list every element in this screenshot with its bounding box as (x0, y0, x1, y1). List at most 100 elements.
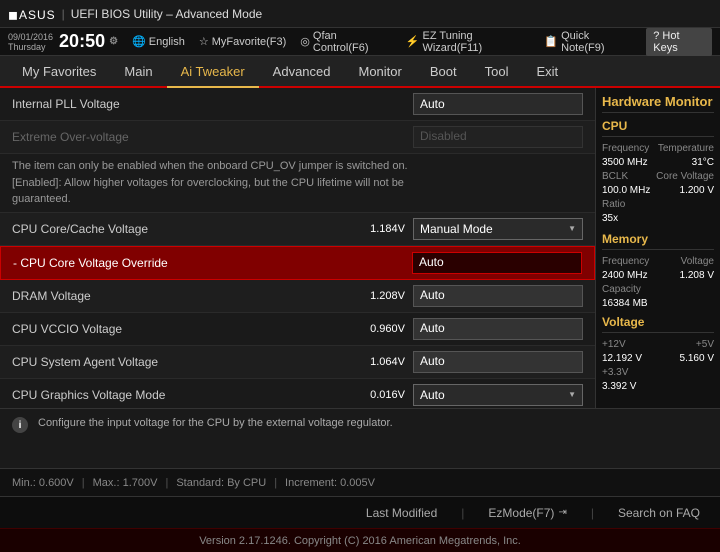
last-modified-label: Last Modified (366, 506, 437, 520)
cpu-ratio-row: Ratio (602, 199, 714, 210)
qfan-control-btn[interactable]: ◎ Qfan Control(F6) (300, 30, 392, 54)
mem-freq-value-row: 2400 MHz 1.208 V (602, 270, 714, 281)
max-value: Max.: 1.700V (93, 477, 158, 489)
internal-pll-control[interactable]: Auto (413, 93, 583, 115)
volt-33v-label: +3.3V (602, 367, 628, 378)
mem-freq-row: Frequency Voltage (602, 256, 714, 267)
volt-5v-value: 5.160 V (680, 353, 714, 364)
mem-cap-label: Capacity (602, 284, 641, 295)
volt-33v-value: 3.392 V (602, 381, 636, 392)
volt-12v-row: +12V +5V (602, 339, 714, 350)
version-bar: Version 2.17.1246. Copyright (C) 2016 Am… (0, 528, 720, 552)
dram-voltage-value: 1.208V (345, 290, 405, 302)
star-icon: ☆ (199, 35, 209, 48)
volt-33v-row: +3.3V (602, 367, 714, 378)
cpu-bclk-value-row: 100.0 MHz 1.200 V (602, 185, 714, 196)
cpu-core-override-control[interactable]: Auto (412, 252, 582, 274)
ez-mode-icon: ⇥ (558, 507, 566, 518)
cpu-graphics-voltage-label: CPU Graphics Voltage Mode (12, 388, 345, 402)
cpu-system-agent-control[interactable]: Auto (413, 351, 583, 373)
hotkeys-icon: ? (653, 30, 659, 42)
cpu-core-cache-label: CPU Core/Cache Voltage (12, 222, 345, 236)
bios-title: UEFI BIOS Utility – Advanced Mode (71, 7, 262, 21)
title-separator: | (62, 7, 65, 21)
my-favorite-btn[interactable]: ☆ MyFavorite(F3) (199, 35, 286, 48)
time-display: 20:50 ⚙ (59, 31, 118, 52)
nav-my-favorites[interactable]: My Favorites (8, 55, 110, 87)
quick-note-btn[interactable]: 📋 Quick Note(F9) (544, 30, 632, 54)
description-area: i Configure the input voltage for the CP… (0, 408, 720, 468)
setting-internal-pll: Internal PLL Voltage Auto (0, 88, 595, 121)
search-faq-btn[interactable]: Search on FAQ (610, 503, 708, 523)
cpu-core-cache-value: 1.184V (345, 223, 405, 235)
ez-tuning-btn[interactable]: ⚡ EZ Tuning Wizard(F11) (406, 30, 531, 54)
nav-ai-tweaker[interactable]: Ai Tweaker (167, 56, 259, 88)
time-settings-icon[interactable]: ⚙ (109, 36, 118, 47)
top-bar: ◼ASUS | UEFI BIOS Utility – Advanced Mod… (0, 0, 720, 28)
setting-cpu-core-override: - CPU Core Voltage Override Auto (0, 246, 595, 280)
volt-12v-label: +12V (602, 339, 626, 350)
note-line2: [Enabled]: Allow higher voltages for ove… (12, 175, 583, 192)
bar-sep1: | (82, 477, 85, 489)
voltage-title: Voltage (602, 315, 714, 333)
nav-boot[interactable]: Boot (416, 55, 471, 87)
voltage-section: Voltage +12V +5V 12.192 V 5.160 V +3.3V … (602, 315, 714, 392)
extreme-overvoltage-control: Disabled (413, 126, 583, 148)
ez-mode-label: EzMode(F7) (488, 506, 554, 520)
mem-cap-value-row: 16384 MB (602, 298, 714, 309)
cpu-bclk-value: 100.0 MHz (602, 185, 650, 196)
info-icon: i (12, 417, 28, 433)
nav-exit[interactable]: Exit (522, 55, 572, 87)
language-selector[interactable]: 🌐 English (132, 35, 185, 48)
bar-sep2: | (165, 477, 168, 489)
volt-33v-value-row: 3.392 V (602, 381, 714, 392)
memory-title: Memory (602, 232, 714, 250)
volt-12v-value: 12.192 V (602, 353, 642, 364)
note-line1: The item can only be enabled when the on… (12, 158, 583, 175)
date-display: 09/01/2016 Thursday (8, 32, 53, 52)
note-icon: 📋 (544, 35, 558, 48)
cpu-vccio-control[interactable]: Auto (413, 318, 583, 340)
version-text: Version 2.17.1246. Copyright (C) 2016 Am… (199, 535, 521, 547)
action-sep2: | (591, 506, 594, 520)
hotkeys-button[interactable]: ? Hot Keys (646, 28, 712, 56)
mem-cap-value: 16384 MB (602, 298, 648, 309)
main-layout: Internal PLL Voltage Auto Extreme Over-v… (0, 88, 720, 408)
cpu-core-cache-control[interactable]: Manual Mode (413, 218, 583, 240)
mem-cap-row: Capacity (602, 284, 714, 295)
increment-value: Increment: 0.005V (285, 477, 375, 489)
volt-12v-value-row: 12.192 V 5.160 V (602, 353, 714, 364)
nav-tool[interactable]: Tool (471, 55, 523, 87)
standard-value: Standard: By CPU (176, 477, 266, 489)
mem-volt-value: 1.208 V (680, 270, 714, 281)
tuning-icon: ⚡ (406, 35, 420, 48)
cpu-ratio-label: Ratio (602, 199, 625, 210)
cpu-bclk-row: BCLK Core Voltage (602, 171, 714, 182)
setting-cpu-vccio: CPU VCCIO Voltage 0.960V Auto (0, 313, 595, 346)
asus-logo: ◼ASUS (8, 6, 56, 22)
action-sep1: | (461, 506, 464, 520)
mem-volt-label: Voltage (681, 256, 714, 267)
setting-extreme-overvoltage: Extreme Over-voltage Disabled (0, 121, 595, 154)
second-bar: 09/01/2016 Thursday 20:50 ⚙ 🌐 English ☆ … (0, 28, 720, 56)
content-area: Internal PLL Voltage Auto Extreme Over-v… (0, 88, 595, 408)
dram-voltage-label: DRAM Voltage (12, 289, 345, 303)
cpu-vccio-label: CPU VCCIO Voltage (12, 322, 345, 336)
actions-bar: Last Modified | EzMode(F7) ⇥ | Search on… (0, 496, 720, 528)
dram-voltage-control[interactable]: Auto (413, 285, 583, 307)
min-value: Min.: 0.600V (12, 477, 74, 489)
cpu-graphics-voltage-control[interactable]: Auto (413, 384, 583, 406)
last-modified-btn[interactable]: Last Modified (358, 503, 445, 523)
nav-advanced[interactable]: Advanced (259, 55, 345, 87)
cpu-vccio-value: 0.960V (345, 323, 405, 335)
cpu-corevolt-label: Core Voltage (656, 171, 714, 182)
hw-monitor-panel: Hardware Monitor CPU Frequency Temperatu… (595, 88, 720, 408)
cpu-temp-value: 31°C (692, 157, 714, 168)
mem-freq-value: 2400 MHz (602, 270, 648, 281)
nav-monitor[interactable]: Monitor (345, 55, 416, 87)
setting-cpu-core-cache-voltage: CPU Core/Cache Voltage 1.184V Manual Mod… (0, 213, 595, 246)
nav-main[interactable]: Main (110, 55, 166, 87)
cpu-ratio-value-row: 35x (602, 213, 714, 224)
note-line3: guaranteed. (12, 191, 583, 208)
ez-mode-btn[interactable]: EzMode(F7) ⇥ (480, 503, 574, 523)
